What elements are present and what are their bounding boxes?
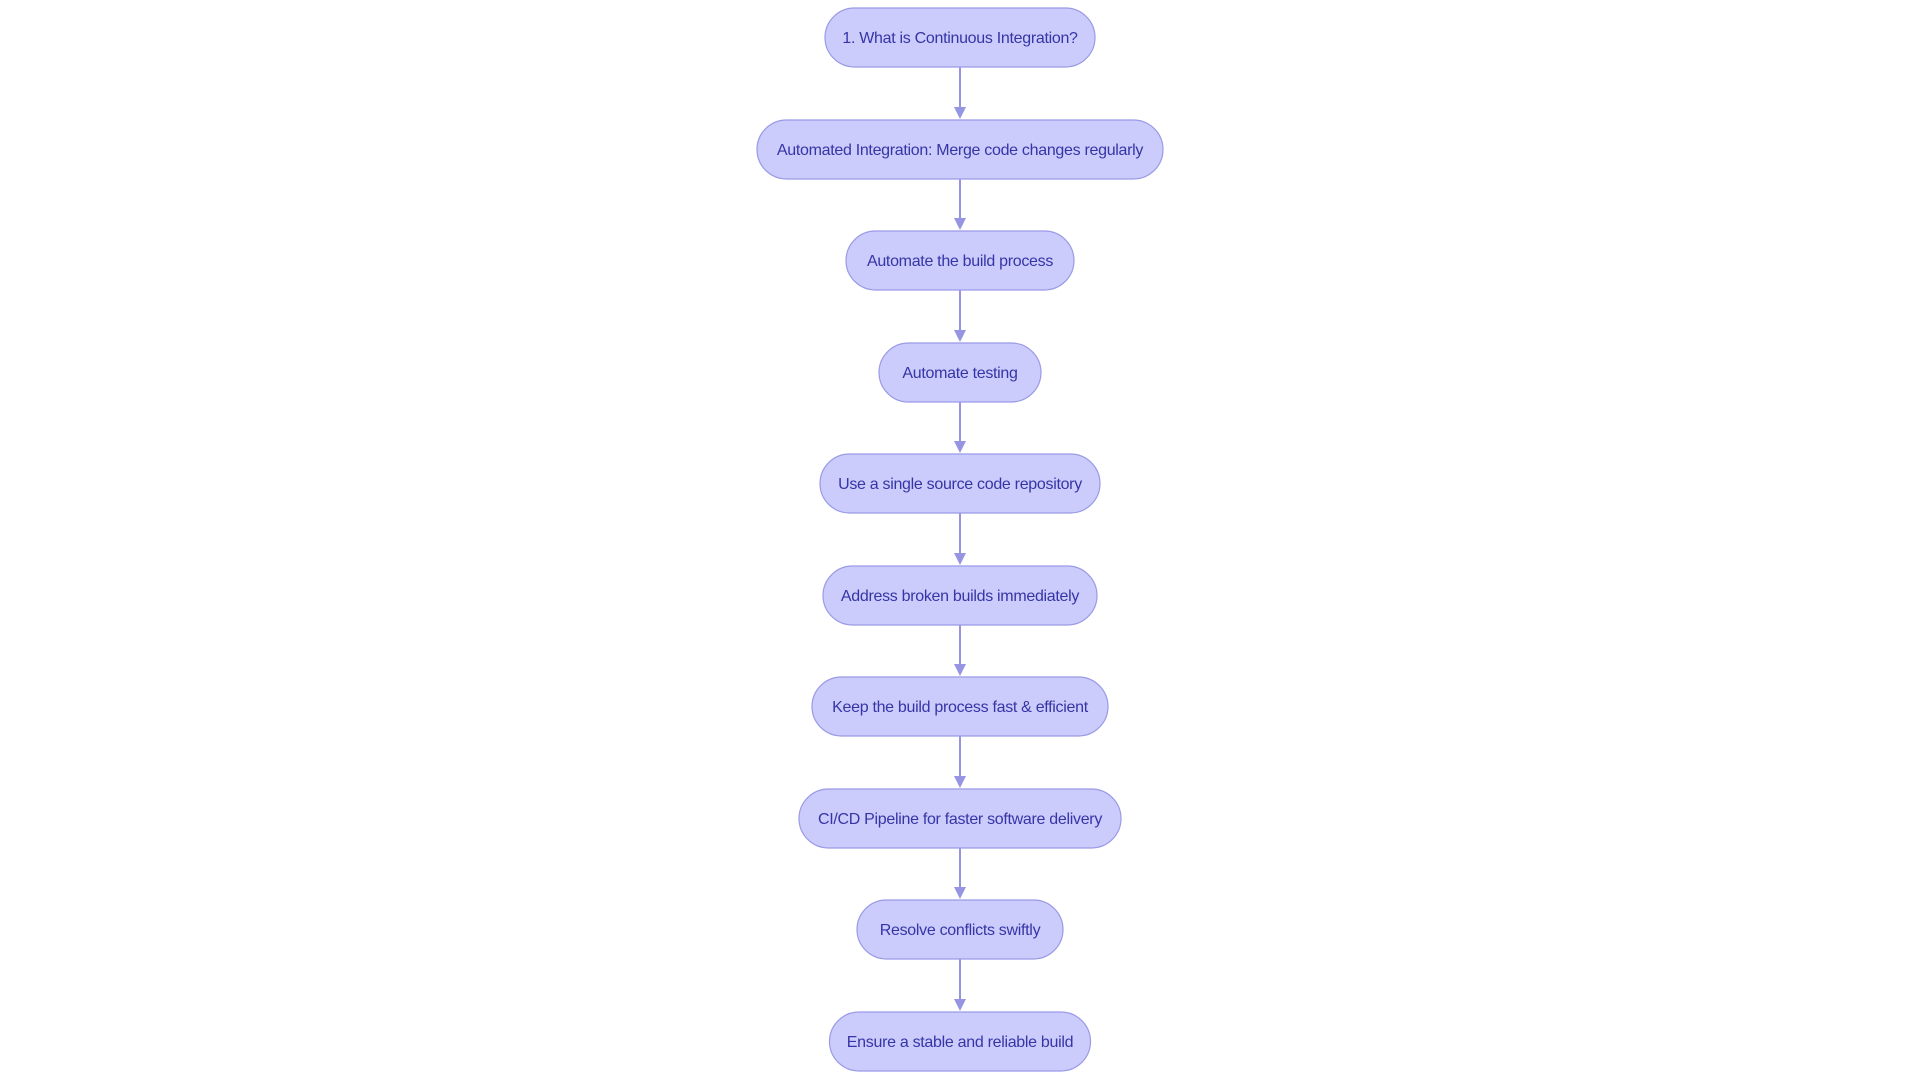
node-label: Automate the build process [867,253,1053,270]
node-label: Automated Integration: Merge code change… [777,142,1144,159]
arrow-head-icon [954,330,966,342]
flowchart-diagram: 1. What is Continuous Integration? Automa… [756,7,1164,1072]
flow-node-7: Keep the build process fast & efficient [811,676,1109,737]
arrow-head-icon [954,776,966,788]
flow-edge-1 [954,67,966,119]
flow-edge-2 [954,179,966,230]
flow-edge-5 [954,513,966,565]
flow-node-1: 1. What is Continuous Integration? [824,7,1096,68]
flow-node-2: Automated Integration: Merge code change… [756,119,1164,180]
edges-layer [954,67,966,1011]
node-label: Address broken builds immediately [841,588,1080,605]
flow-edge-4 [954,402,966,453]
arrow-head-icon [954,553,966,565]
flow-node-9: Resolve conflicts swiftly [856,899,1064,960]
flow-node-4: Automate testing [878,342,1042,403]
arrow-head-icon [954,107,966,119]
node-label: Keep the build process fast & efficient [832,699,1089,716]
flow-edge-9 [954,959,966,1011]
node-label: Ensure a stable and reliable build [847,1034,1073,1051]
flow-edge-3 [954,290,966,342]
flow-node-6: Address broken builds immediately [822,565,1098,626]
flow-node-3: Automate the build process [845,230,1075,291]
node-label: CI/CD Pipeline for faster software deliv… [818,811,1102,828]
arrow-head-icon [954,218,966,230]
arrow-head-icon [954,999,966,1011]
flow-node-8: CI/CD Pipeline for faster software deliv… [798,788,1122,849]
flow-edge-8 [954,848,966,899]
flow-edge-7 [954,736,966,788]
node-label: 1. What is Continuous Integration? [842,30,1078,47]
arrow-head-icon [954,887,966,899]
arrow-head-icon [954,441,966,453]
flow-node-10: Ensure a stable and reliable build [828,1011,1092,1072]
node-label: Resolve conflicts swiftly [880,922,1041,939]
flow-edge-6 [954,625,966,676]
flow-node-5: Use a single source code repository [819,453,1101,514]
arrow-head-icon [954,664,966,676]
node-label: Automate testing [902,365,1017,382]
node-label: Use a single source code repository [838,476,1082,493]
